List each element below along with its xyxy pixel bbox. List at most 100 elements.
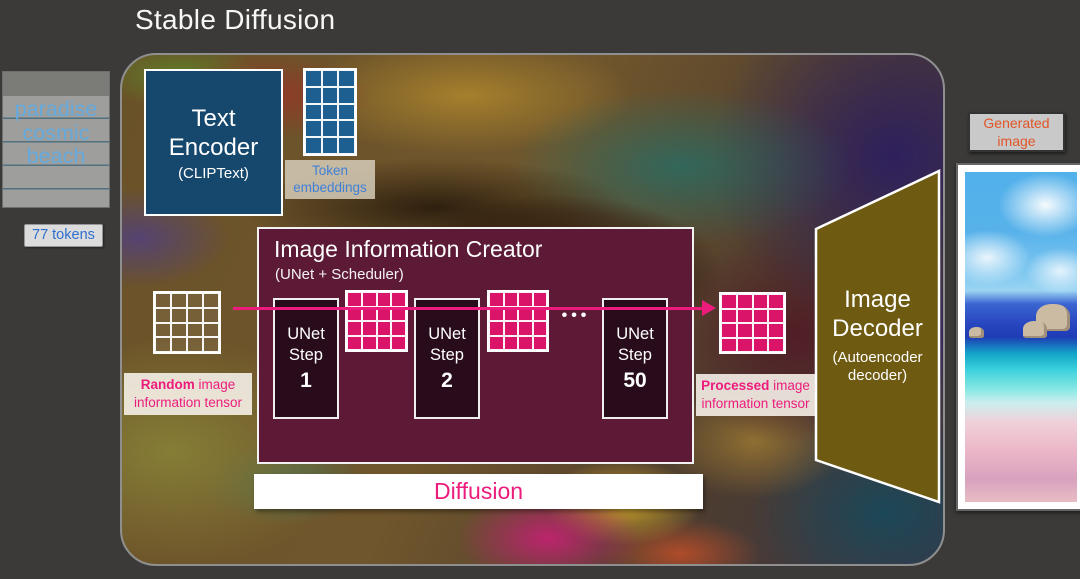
rock-icon: [1023, 320, 1048, 338]
image-decoder-title: Image Decoder: [832, 286, 923, 342]
page-title: Stable Diffusion: [135, 4, 336, 35]
tensor-cell: [768, 337, 784, 352]
tensor-cell: [518, 321, 533, 336]
text-encoder-title: Text Encoder: [168, 104, 259, 161]
tensor-cell: [155, 307, 171, 323]
tensor-cell: [171, 322, 187, 338]
tensor-cell: [736, 294, 753, 309]
image-decoder-text: Image Decoder (Autoencoder decoder): [813, 285, 942, 385]
generated-image-card: [956, 163, 1080, 511]
image-information-creator-box: Image Information Creator (UNet + Schedu…: [257, 227, 694, 464]
tensor-cell: [768, 308, 784, 323]
tensor-cell: [338, 120, 355, 138]
creator-subtitle: (UNet + Scheduler): [275, 266, 404, 283]
unet-step-50-box: UNet Step 50: [602, 298, 668, 419]
token-embeddings-label: Token embeddings: [285, 160, 375, 199]
tensor-cell: [347, 321, 362, 336]
tensor-cell: [721, 337, 737, 352]
tensor-cell: [203, 307, 219, 323]
unet-step-1-box: UNet Step 1: [273, 298, 339, 419]
tensor-cell: [338, 70, 355, 87]
unet-step-label: UNet Step: [616, 325, 654, 364]
tensor-cell: [305, 86, 322, 104]
tensor-cell: [338, 86, 355, 104]
diffusion-banner: Diffusion: [254, 474, 703, 509]
tensor-cell: [752, 294, 769, 309]
diffusion-label: Diffusion: [433, 478, 524, 504]
tensor-cell: [305, 70, 322, 87]
tensor-cell: [361, 292, 377, 307]
tensor-cell: [203, 322, 219, 338]
flow-arrow-head-icon: [702, 300, 716, 316]
prompt-text: paradise cosmic beach: [14, 97, 98, 168]
tensor-cell: [187, 337, 203, 352]
tensor-cell: [532, 321, 547, 336]
generated-image-label: Generated image: [968, 112, 1065, 152]
tensor-cell: [203, 293, 219, 308]
text-encoder-subtitle: (CLIPText): [178, 164, 249, 182]
token-embeddings-grid: [303, 68, 357, 156]
tensor-cell: [503, 292, 518, 307]
tensor-cell: [768, 323, 784, 338]
tensor-cell: [503, 335, 518, 350]
latent-tensor-grid-2: [487, 290, 549, 352]
tensor-cell: [518, 335, 533, 350]
image-decoder-subtitle: (Autoencoder decoder): [832, 349, 923, 384]
tensor-cell: [532, 335, 547, 350]
tensor-cell: [376, 292, 392, 307]
tensor-cell: [338, 103, 355, 121]
tensor-cell: [155, 337, 171, 352]
tensor-cell: [321, 137, 339, 154]
tensor-cell: [187, 307, 203, 323]
tensor-cell: [736, 337, 753, 352]
tensor-cell: [305, 137, 322, 154]
tensor-cell: [203, 337, 219, 352]
tensor-cell: [347, 292, 362, 307]
processed-tensor-label: Processed image information tensor: [696, 374, 815, 416]
flow-arrow-line: [233, 307, 704, 310]
tensor-cell: [305, 120, 322, 138]
tensor-cell: [187, 322, 203, 338]
tensor-cell: [187, 293, 203, 308]
rock-icon: [969, 327, 985, 339]
tensor-cell: [721, 308, 737, 323]
tensor-cell: [721, 294, 737, 309]
tensor-cell: [391, 321, 406, 336]
unet-step-label: UNet Step: [428, 325, 466, 364]
tensor-cell: [489, 321, 504, 336]
tensor-cell: [489, 335, 504, 350]
generated-beach-image: [965, 172, 1077, 502]
creator-title: Image Information Creator: [274, 236, 543, 262]
tensor-cell: [376, 335, 392, 350]
latent-tensor-grid-1: [345, 290, 408, 352]
tensor-cell: [736, 308, 753, 323]
tensor-cell: [361, 335, 377, 350]
diagram-canvas: Text Encoder (CLIPText) Token embeddings…: [120, 53, 945, 566]
unet-step-number: 1: [300, 369, 312, 392]
tensor-cell: [155, 322, 171, 338]
text-encoder-box: Text Encoder (CLIPText): [144, 69, 283, 216]
processed-tensor-label-bold: Processed: [701, 378, 770, 393]
tensor-cell: [736, 323, 753, 338]
tensor-cell: [752, 337, 769, 352]
unet-step-label: UNet Step: [287, 325, 325, 364]
tensor-cell: [489, 292, 504, 307]
tensor-cell: [391, 335, 406, 350]
tensor-cell: [171, 337, 187, 352]
prompt-notepad: paradise cosmic beach: [2, 71, 110, 208]
tensor-cell: [305, 103, 322, 121]
tensor-cell: [503, 321, 518, 336]
tensor-cell: [721, 323, 737, 338]
tensor-cell: [768, 294, 784, 309]
tensor-cell: [321, 120, 339, 138]
unet-step-number: 50: [623, 369, 647, 392]
tensor-cell: [171, 293, 187, 308]
token-count-badge: 77 tokens: [24, 224, 103, 247]
random-tensor-grid: [153, 291, 221, 354]
tensor-cell: [361, 321, 377, 336]
tensor-cell: [321, 70, 339, 87]
tensor-cell: [321, 103, 339, 121]
unet-step-number: 2: [441, 369, 453, 392]
processed-tensor-grid: [719, 292, 786, 354]
random-tensor-label: Random image information tensor: [124, 373, 252, 415]
